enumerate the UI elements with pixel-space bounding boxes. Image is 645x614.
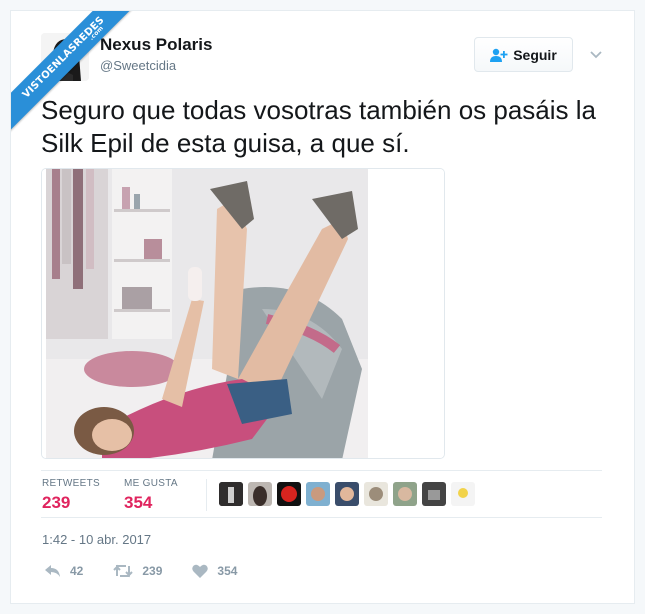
- tweet-timestamp[interactable]: 1:42 - 10 abr. 2017: [42, 532, 151, 547]
- liker-avatar[interactable]: [393, 482, 417, 506]
- retweets-label: RETWEETS: [42, 478, 100, 489]
- liker-avatar[interactable]: [277, 482, 301, 506]
- retweet-icon: [113, 564, 134, 578]
- heart-icon: [192, 564, 209, 578]
- likes-count: 354: [124, 493, 153, 512]
- liker-avatar[interactable]: [451, 482, 475, 506]
- reply-action[interactable]: 42: [45, 564, 83, 578]
- tweet-card: VISTOENLASREDES .com Nexus Polaris @Swee…: [10, 10, 635, 604]
- liker-avatar[interactable]: [364, 482, 388, 506]
- retweets-count: 239: [42, 493, 71, 512]
- reply-count: 42: [70, 564, 84, 578]
- retweet-action[interactable]: 239: [113, 564, 162, 578]
- likes-stat[interactable]: ME GUSTA 354: [124, 478, 178, 513]
- likers-avatars: [219, 482, 475, 506]
- tweet-actions: 42 239 354: [45, 564, 267, 578]
- stats-separator: [206, 479, 207, 511]
- reply-icon: [45, 565, 60, 577]
- watermark-text: VISTOENLASREDES: [20, 14, 107, 101]
- photo-illustration: [42, 169, 444, 458]
- liker-avatar[interactable]: [219, 482, 243, 506]
- tweet-photo[interactable]: [41, 168, 445, 459]
- retweet-count: 239: [142, 564, 163, 578]
- divider: [41, 470, 602, 471]
- like-action[interactable]: 354: [192, 564, 237, 578]
- chevron-down-icon[interactable]: [587, 45, 605, 63]
- liker-avatar[interactable]: [422, 482, 446, 506]
- liker-avatar[interactable]: [306, 482, 330, 506]
- watermark-ribbon: VISTOENLASREDES .com: [11, 11, 141, 141]
- add-user-icon: [490, 48, 508, 62]
- liker-avatar[interactable]: [248, 482, 272, 506]
- like-count: 354: [217, 564, 238, 578]
- follow-button[interactable]: Seguir: [474, 37, 573, 72]
- retweets-stat[interactable]: RETWEETS 239: [42, 478, 100, 513]
- likes-label: ME GUSTA: [124, 478, 178, 489]
- divider: [41, 517, 602, 518]
- liker-avatar[interactable]: [335, 482, 359, 506]
- follow-button-label: Seguir: [513, 46, 557, 63]
